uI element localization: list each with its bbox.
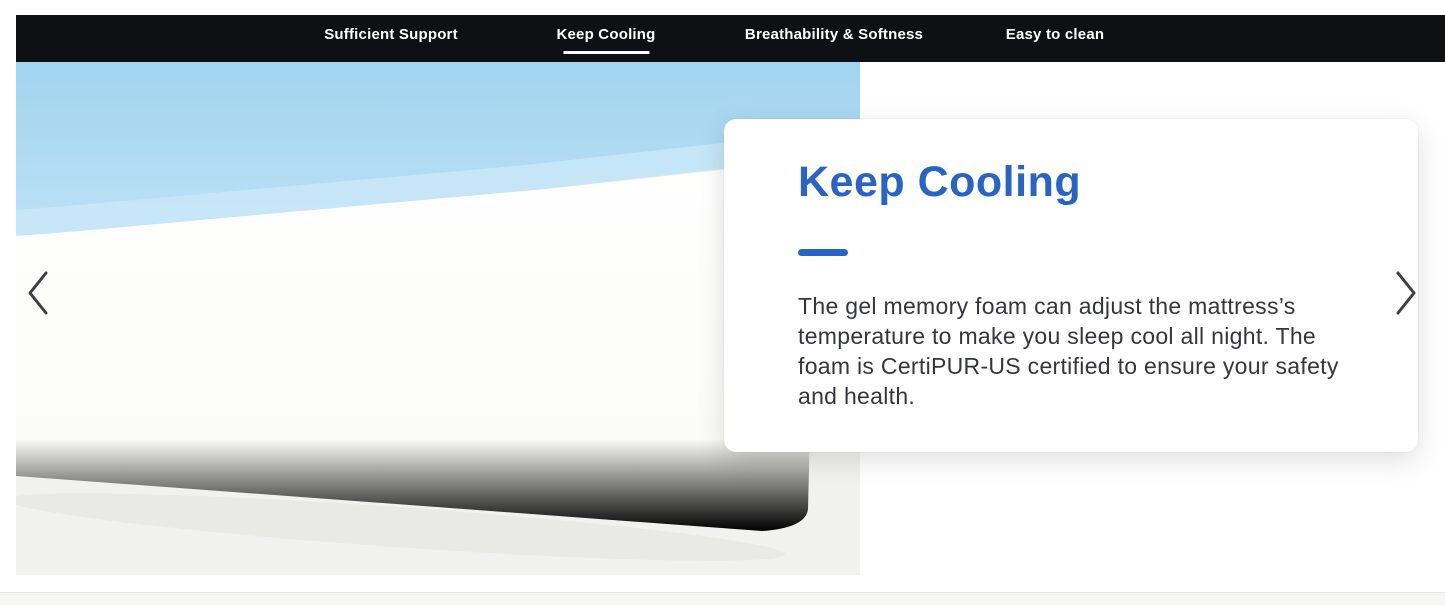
next-section-edge [0,592,1445,605]
tab-sufficient-support[interactable]: Sufficient Support [324,15,458,62]
tab-breathability-softness[interactable]: Breathability & Softness [745,15,923,62]
carousel-prev-button[interactable] [22,264,54,322]
chevron-left-icon [26,269,50,317]
tab-keep-cooling[interactable]: Keep Cooling [556,15,655,62]
feature-card: Keep Cooling The gel memory foam can adj… [724,119,1418,452]
tab-label: Keep Cooling [556,26,655,43]
tab-label: Easy to clean [1006,26,1104,43]
tab-easy-to-clean[interactable]: Easy to clean [1006,15,1104,62]
active-tab-underline [563,51,649,54]
title-divider [798,249,848,256]
carousel-next-button[interactable] [1390,264,1422,322]
chevron-right-icon [1394,269,1418,317]
card-title: Keep Cooling [798,157,1366,209]
tab-label: Sufficient Support [324,26,458,43]
feature-nav: Sufficient Support Keep Cooling Breathab… [16,15,1445,62]
card-description: The gel memory foam can adjust the mattr… [798,291,1366,411]
tab-label: Breathability & Softness [745,26,923,43]
